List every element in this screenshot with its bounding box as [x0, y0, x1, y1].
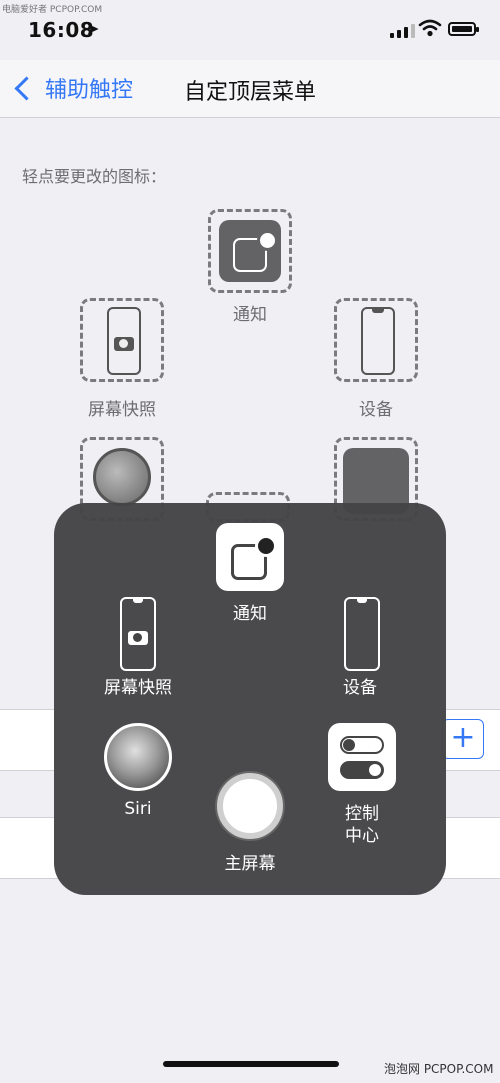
- page-title: 自定顶层菜单: [183, 80, 316, 105]
- navigation-bar: 辅助触控 自定顶层菜单: [0, 60, 500, 118]
- phone-icon: [344, 597, 380, 671]
- menu-item-device[interactable]: 设备: [302, 597, 422, 701]
- home-indicator[interactable]: [163, 1061, 339, 1067]
- menu-item-notification[interactable]: 通知: [180, 519, 320, 625]
- slot-device-label: 设备: [359, 400, 393, 420]
- menu-label-control-center-line2: 中心: [345, 826, 379, 846]
- siri-icon: [104, 723, 172, 791]
- add-button[interactable]: +: [442, 719, 484, 759]
- toggles-icon: [328, 723, 396, 791]
- menu-item-screenshot[interactable]: 屏幕快照: [80, 597, 200, 701]
- menu-item-home[interactable]: 主屏幕: [190, 771, 310, 875]
- status-bar: 16:08 ➤: [0, 0, 500, 60]
- siri-icon: [93, 448, 151, 506]
- battery-icon: [448, 22, 479, 36]
- signal-icon: [390, 22, 415, 38]
- slot-screenshot[interactable]: [80, 298, 164, 382]
- hint-text: 轻点要更改的图标：: [22, 167, 167, 186]
- menu-label-screenshot: 屏幕快照: [104, 678, 172, 698]
- location-icon: ➤: [86, 19, 100, 38]
- slot-device[interactable]: [334, 298, 418, 382]
- wifi-icon: [418, 19, 442, 37]
- assistive-touch-menu: 通知 屏幕快照 设备 Siri 主屏幕 控制 中心: [54, 503, 446, 895]
- notification-icon: [219, 220, 281, 282]
- status-time: 16:08: [28, 18, 95, 42]
- notification-icon: [216, 523, 284, 591]
- menu-label-siri: Siri: [124, 799, 152, 819]
- slot-notification-label: 通知: [233, 305, 267, 325]
- phone-camera-icon: [107, 307, 141, 375]
- phone-camera-icon: [120, 597, 156, 671]
- menu-label-device: 设备: [343, 678, 377, 698]
- menu-item-siri[interactable]: Siri: [80, 721, 200, 825]
- slot-screenshot-label: 屏幕快照: [88, 400, 156, 420]
- phone-icon: [361, 307, 395, 375]
- slot-notification[interactable]: [208, 209, 292, 293]
- watermark-bottom: 泡泡网 PCPOP.COM: [384, 1062, 494, 1076]
- home-button-icon: [217, 773, 283, 839]
- menu-label-notification: 通知: [233, 604, 267, 624]
- menu-label-home: 主屏幕: [224, 854, 276, 874]
- menu-item-control-center[interactable]: 控制 中心: [316, 721, 436, 849]
